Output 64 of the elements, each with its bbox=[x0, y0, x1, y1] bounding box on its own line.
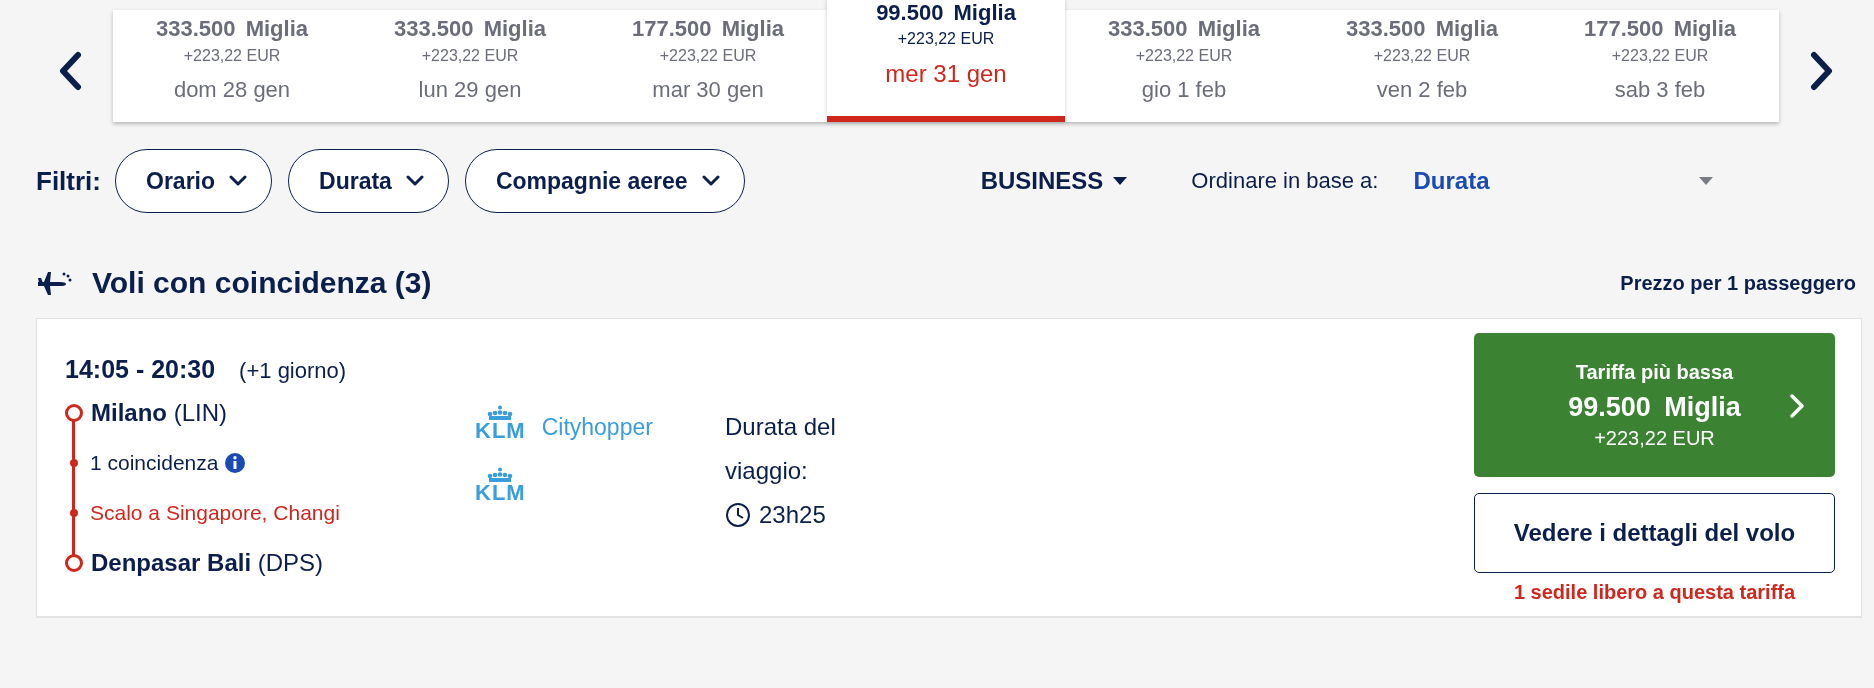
miles-price: 333.500 Miglia bbox=[156, 16, 308, 42]
eur-price: +223,22 EUR bbox=[897, 30, 995, 48]
duration-label: Durata del viaggio: bbox=[725, 412, 837, 486]
price-note: Prezzo per 1 passeggero bbox=[1620, 271, 1856, 295]
filters-label: Filtri: bbox=[36, 165, 101, 197]
airline-subbrand: Cityhopper bbox=[541, 414, 653, 441]
date-tab[interactable]: 177.500 Miglia +223,22 EUR sab 3 feb bbox=[1541, 10, 1779, 122]
seats-note: 1 sedile libero a questa tariffa bbox=[1513, 581, 1796, 604]
flight-times: 14:05 - 20:30 bbox=[65, 355, 216, 384]
stop-marker bbox=[65, 404, 83, 422]
chevron-down-icon bbox=[701, 175, 720, 187]
connection-count: 1 coincidenza bbox=[90, 451, 219, 475]
miles-price: 177.500 Miglia bbox=[632, 16, 784, 42]
lowest-fare-button[interactable]: Tariffa più bassa 99.500 Miglia +223,22 EUR bbox=[1474, 333, 1835, 477]
airport-name: Milano (LIN) bbox=[91, 399, 227, 427]
miles-price: 177.500 Miglia bbox=[1584, 16, 1736, 42]
eur-price: +223,22 EUR bbox=[183, 47, 281, 65]
route-dot bbox=[70, 459, 78, 467]
caret-icon bbox=[1699, 177, 1714, 185]
airport-name: Denpasar Bali (DPS) bbox=[91, 549, 324, 577]
chevron-right-icon bbox=[1789, 393, 1805, 419]
stop-marker bbox=[65, 554, 83, 572]
sort-label: Ordinare in base a: bbox=[1191, 168, 1379, 194]
route-dot bbox=[70, 509, 78, 517]
miles-price: 99.500 Miglia bbox=[876, 0, 1016, 26]
date-tab[interactable]: 99.500 Miglia +223,22 EUR mer 31 gen bbox=[827, 0, 1065, 122]
info-icon[interactable] bbox=[224, 452, 247, 474]
day-offset: (+1 giorno) bbox=[239, 358, 347, 384]
eur-price: +223,22 EUR bbox=[421, 47, 519, 65]
airplane-icon bbox=[36, 270, 72, 296]
caret-icon bbox=[1113, 177, 1128, 185]
eur-price: +223,22 EUR bbox=[1611, 47, 1709, 65]
chevron-down-icon bbox=[405, 175, 424, 187]
date-label: sab 3 feb bbox=[1614, 77, 1706, 103]
miles-price: 333.500 Miglia bbox=[1346, 16, 1498, 42]
miles-price: 333.500 Miglia bbox=[1108, 16, 1260, 42]
eur-price: +223,22 EUR bbox=[1135, 47, 1233, 65]
sort-dropdown[interactable]: Durata bbox=[1413, 167, 1714, 195]
layover-text: Scalo a Singapore, Changi bbox=[90, 501, 340, 525]
date-tab[interactable]: 333.500 Miglia +223,22 EUR ven 2 feb bbox=[1303, 10, 1541, 122]
miles-price: 333.500 Miglia bbox=[394, 16, 546, 42]
cabin-dropdown[interactable]: BUSINESS bbox=[980, 167, 1128, 195]
date-tab[interactable]: 333.500 Miglia +223,22 EUR dom 28 gen bbox=[113, 10, 351, 122]
filter-dropdown[interactable]: Durata bbox=[288, 149, 449, 213]
date-label: mer 31 gen bbox=[885, 60, 1007, 88]
eur-price: +223,22 EUR bbox=[659, 47, 757, 65]
airline-logo: KLM bbox=[475, 405, 526, 441]
date-label: lun 29 gen bbox=[418, 77, 522, 103]
date-label: gio 1 feb bbox=[1141, 77, 1227, 103]
date-label: mar 30 gen bbox=[652, 77, 764, 103]
date-tab[interactable]: 333.500 Miglia +223,22 EUR lun 29 gen bbox=[351, 10, 589, 122]
date-label: ven 2 feb bbox=[1376, 77, 1468, 103]
date-label: dom 28 gen bbox=[173, 77, 291, 103]
chevron-down-icon bbox=[229, 175, 248, 187]
section-title: Voli con coincidenza (3) bbox=[92, 266, 432, 300]
eur-price: +223,22 EUR bbox=[1373, 47, 1471, 65]
duration-value: 23h25 bbox=[759, 501, 826, 529]
airline-logo: KLM bbox=[475, 467, 526, 503]
flight-details-button[interactable]: Vedere i dettagli del volo bbox=[1474, 493, 1835, 573]
filter-dropdown[interactable]: Compagnie aeree bbox=[464, 149, 745, 213]
date-tab[interactable]: 333.500 Miglia +223,22 EUR gio 1 feb bbox=[1065, 10, 1303, 122]
filter-dropdown[interactable]: Orario bbox=[115, 149, 273, 213]
clock-icon bbox=[725, 502, 751, 528]
date-tab[interactable]: 177.500 Miglia +223,22 EUR mar 30 gen bbox=[589, 10, 827, 122]
